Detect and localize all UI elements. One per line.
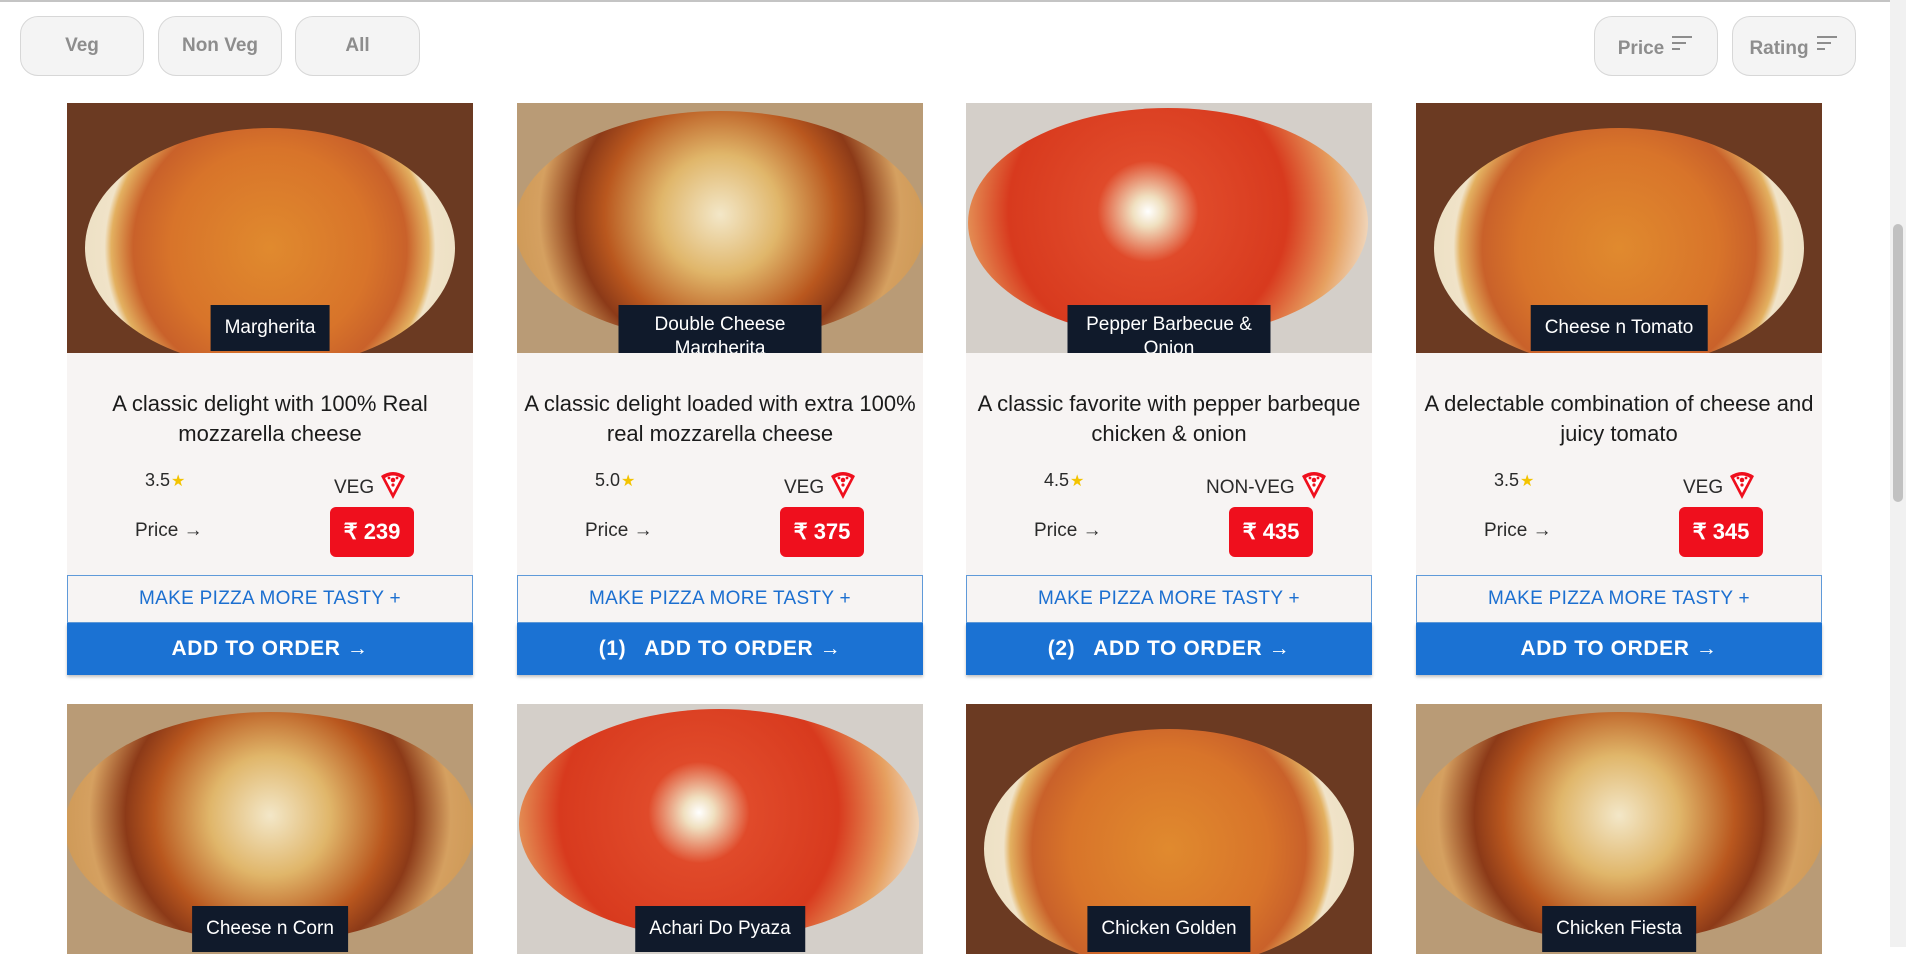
sort-rating-button[interactable]: Rating [1732,16,1856,76]
pizza-name: Achari Do Pyaza [635,906,805,952]
make-more-tasty-button[interactable]: MAKE PIZZA MORE TASTY + [517,575,923,623]
rating: 4.5★ [1044,470,1084,491]
type-text: VEG [334,477,375,498]
pizza-slice-icon [1301,470,1327,506]
pizza-name: Margherita [210,305,330,351]
pizza-image: Cheese n Corn [67,704,473,954]
add-to-order-button[interactable]: ADD TO ORDER → [67,623,473,675]
add-to-order-label: ADD TO ORDER → [1520,637,1718,660]
type-text: VEG [784,477,825,498]
make-more-tasty-button[interactable]: MAKE PIZZA MORE TASTY + [966,575,1372,623]
price-badge: ₹ 239 [330,507,414,557]
order-count: (2) [1047,637,1076,660]
pizza-name: Double Cheese Margherita [618,305,822,353]
order-count: (1) [598,637,627,660]
pizza-name: Cheese n Tomato [1530,305,1708,351]
pizza-slice-icon [380,470,406,506]
pizza-slice-icon [830,470,856,506]
rating: 5.0★ [595,470,635,491]
type-text: NON-VEG [1206,477,1295,498]
filter-veg-button[interactable]: Veg [20,16,144,76]
make-more-tasty-button[interactable]: MAKE PIZZA MORE TASTY + [67,575,473,623]
top-border [0,0,1906,2]
pizza-image: Cheese n Tomato [1416,103,1822,353]
pizza-description: A delectable combination of cheese and j… [1424,391,1814,446]
type-label: NON-VEG [1206,470,1327,506]
star-icon: ★ [621,473,636,490]
rating-value: 3.5 [145,470,171,490]
type-label: VEG [334,470,406,506]
pizza-description: A classic favorite with pepper barbeque … [977,391,1361,446]
add-to-order-button[interactable]: ADD TO ORDER → [1416,623,1822,675]
sort-rating-label: Rating [1749,38,1809,59]
card-body: A classic delight loaded with extra 100%… [517,353,923,575]
price-badge: ₹ 375 [780,507,864,557]
rating-value: 4.5 [1044,470,1070,490]
add-to-order-button[interactable]: (1) ADD TO ORDER → [517,623,923,675]
add-to-order-label: ADD TO ORDER → [644,637,842,660]
pizza-photo [519,709,919,939]
pizza-image: Double Cheese Margherita [517,103,923,353]
card-body: A classic favorite with pepper barbeque … [966,353,1372,575]
card-body: A classic delight with 100% Real mozzare… [67,353,473,575]
price-label: Price → [1484,520,1552,541]
star-icon: ★ [1520,473,1535,490]
pizza-image: Margherita [67,103,473,353]
filter-non-veg-button[interactable]: Non Veg [158,16,282,76]
star-icon: ★ [1070,473,1085,490]
pizza-image: Achari Do Pyaza [517,704,923,954]
price-label: Price → [1034,520,1102,541]
pizza-description: A classic delight loaded with extra 100%… [524,391,916,446]
price-badge: ₹ 435 [1229,507,1313,557]
sort-icon [1816,34,1839,52]
price-badge: ₹ 345 [1679,507,1763,557]
pizza-description: A classic delight with 100% Real mozzare… [112,391,428,446]
add-to-order-label: ADD TO ORDER → [171,637,369,660]
type-text: VEG [1683,477,1724,498]
price-label: Price → [135,520,203,541]
pizza-name: Chicken Golden [1087,906,1251,952]
sort-icon [1672,34,1694,52]
rating-value: 3.5 [1494,470,1520,490]
star-icon: ★ [171,473,186,490]
pizza-name: Chicken Fiesta [1542,906,1696,952]
card-body: A delectable combination of cheese and j… [1416,353,1822,575]
pizza-name: Pepper Barbecue & Onion [1067,305,1271,353]
pizza-photo [968,108,1368,338]
rating: 3.5★ [1494,470,1534,491]
pizza-image: Chicken Golden [966,704,1372,954]
make-more-tasty-button[interactable]: MAKE PIZZA MORE TASTY + [1416,575,1822,623]
add-to-order-button[interactable]: (2) ADD TO ORDER → [966,623,1372,675]
type-label: VEG [1683,470,1755,506]
pizza-slice-icon [1729,470,1755,506]
type-label: VEG [784,470,856,506]
price-label: Price → [585,520,653,541]
rating: 3.5★ [145,470,185,491]
scrollbar-thumb[interactable] [1893,224,1903,502]
pizza-image: Pepper Barbecue & Onion [966,103,1372,353]
sort-price-label: Price [1617,38,1665,59]
add-to-order-label: ADD TO ORDER → [1093,637,1291,660]
pizza-name: Cheese n Corn [192,906,348,952]
sort-price-button[interactable]: Price [1594,16,1718,76]
scrollbar[interactable] [1890,0,1906,947]
filter-all-button[interactable]: All [295,16,420,76]
pizza-image: Chicken Fiesta [1416,704,1822,954]
rating-value: 5.0 [595,470,621,490]
